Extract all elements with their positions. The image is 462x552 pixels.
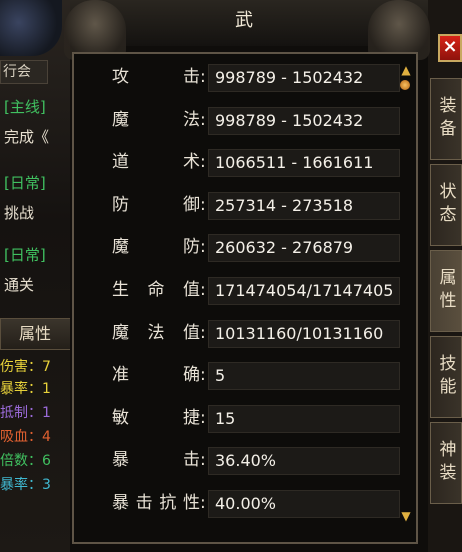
- stat-value: 998789 - 1502432: [208, 64, 400, 92]
- stat-label-char: 击: [183, 450, 200, 470]
- guild-button[interactable]: 行会: [0, 60, 48, 84]
- tab-equipment[interactable]: 装备: [430, 78, 462, 160]
- stat-label-char: 值: [183, 323, 200, 343]
- quest-daily2-tag: [日常]: [4, 246, 46, 264]
- stat-label-char: 魔: [112, 323, 129, 343]
- stat-label-char: 敏: [112, 408, 129, 428]
- tab-status[interactable]: 状态: [430, 164, 462, 246]
- stat-label: 防御: [112, 190, 200, 220]
- stat-label-char: 值: [183, 280, 200, 300]
- scroll-thumb[interactable]: [400, 80, 410, 90]
- stat-label-char: 抗: [159, 493, 177, 513]
- stat-label-char: 法: [147, 323, 165, 343]
- player-avatar: [0, 0, 62, 56]
- stat-label: 道术: [112, 147, 200, 177]
- stat-value: 15: [208, 405, 400, 433]
- stat-label: 暴击抗性: [112, 488, 200, 518]
- stat-colon: :: [200, 493, 206, 513]
- close-button[interactable]: ×: [438, 34, 462, 62]
- stat-value: 5: [208, 362, 400, 390]
- stat-colon: :: [200, 365, 206, 385]
- quest-main-text[interactable]: 完成《: [4, 126, 49, 147]
- stat-colon: :: [200, 67, 206, 87]
- stat-value: 36.40%: [208, 447, 400, 475]
- stat-label-char: 御: [183, 195, 200, 215]
- stat-value: 998789 - 1502432: [208, 107, 400, 135]
- stat-label: 敏捷: [112, 403, 200, 433]
- stat-label-char: 攻: [112, 67, 129, 87]
- stat-label: 生命值: [112, 275, 200, 305]
- panel-title: 武: [235, 10, 255, 31]
- stat-label-char: 法: [183, 110, 200, 130]
- background-stat: 抵制：1: [0, 405, 51, 421]
- stat-colon: :: [200, 110, 206, 130]
- stat-value: 260632 - 276879: [208, 234, 400, 262]
- stat-label-char: 防: [112, 195, 129, 215]
- stat-label-char: 术: [183, 152, 200, 172]
- stat-label-char: 防: [183, 237, 200, 257]
- background-stat: 暴率：1: [0, 381, 51, 397]
- quest-daily2-text[interactable]: 通关: [4, 274, 34, 295]
- background-stat: 吸血：4: [0, 429, 51, 445]
- stat-value: 257314 - 273518: [208, 192, 400, 220]
- stat-colon: :: [200, 408, 206, 428]
- stat-label-char: 捷: [183, 408, 200, 428]
- stat-label: 准确: [112, 360, 200, 390]
- stat-label: 魔防: [112, 232, 200, 262]
- stat-label-char: 击: [183, 67, 200, 87]
- stat-value: 171474054/17147405: [208, 277, 400, 305]
- stat-label-char: 道: [112, 152, 129, 172]
- stat-label: 魔法: [112, 105, 200, 135]
- stat-label-char: 魔: [112, 110, 129, 130]
- tab-divine-gear[interactable]: 神装: [430, 422, 462, 504]
- scrollbar[interactable]: [398, 62, 414, 526]
- stat-label-char: 准: [112, 365, 129, 385]
- stat-label-char: 命: [147, 280, 165, 300]
- tab-skills[interactable]: 技能: [430, 336, 462, 418]
- stat-value: 1066511 - 1661611: [208, 149, 400, 177]
- stat-colon: :: [200, 450, 206, 470]
- stat-label-char: 击: [135, 493, 153, 513]
- stat-label-char: 暴: [112, 450, 129, 470]
- stat-label-char: 魔: [112, 237, 129, 257]
- background-attr-tab[interactable]: 属性: [0, 318, 74, 350]
- stat-value: 40.00%: [208, 490, 400, 518]
- background-stat: 倍数：6: [0, 453, 51, 469]
- background-stat: 暴率：3: [0, 477, 51, 493]
- stat-colon: :: [200, 152, 206, 172]
- stat-colon: :: [200, 195, 206, 215]
- stat-label-char: 性: [182, 493, 200, 513]
- stat-colon: :: [200, 280, 206, 300]
- dragon-ornament-right-icon: [368, 0, 430, 60]
- stat-colon: :: [200, 323, 206, 343]
- quest-main-tag: [主线]: [4, 98, 46, 116]
- scroll-down-icon[interactable]: ▼: [398, 508, 414, 524]
- stat-label: 魔法值: [112, 318, 200, 348]
- stat-value: 10131160/10131160: [208, 320, 400, 348]
- dragon-ornament-left-icon: [64, 0, 126, 60]
- stat-label-char: 确: [183, 365, 200, 385]
- stat-label-char: 生: [112, 280, 129, 300]
- stat-label: 暴击: [112, 445, 200, 475]
- quest-daily1-tag: [日常]: [4, 174, 46, 192]
- background-stat: 伤害：7: [0, 359, 51, 375]
- tab-attributes[interactable]: 属性: [430, 250, 462, 332]
- stat-label: 攻击: [112, 62, 200, 92]
- stat-colon: :: [200, 237, 206, 257]
- quest-daily1-text[interactable]: 挑战: [4, 202, 34, 223]
- stat-label-char: 暴: [112, 493, 129, 513]
- scroll-up-icon[interactable]: ▲: [398, 62, 414, 78]
